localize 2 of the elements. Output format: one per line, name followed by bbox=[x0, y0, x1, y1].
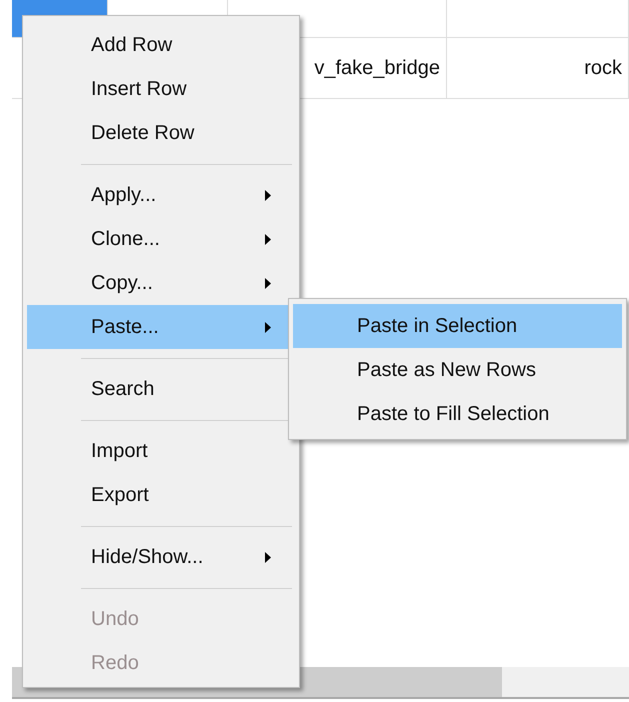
table-cell: rock bbox=[584, 56, 622, 80]
table-cell: v_fake_bridge bbox=[314, 56, 440, 80]
